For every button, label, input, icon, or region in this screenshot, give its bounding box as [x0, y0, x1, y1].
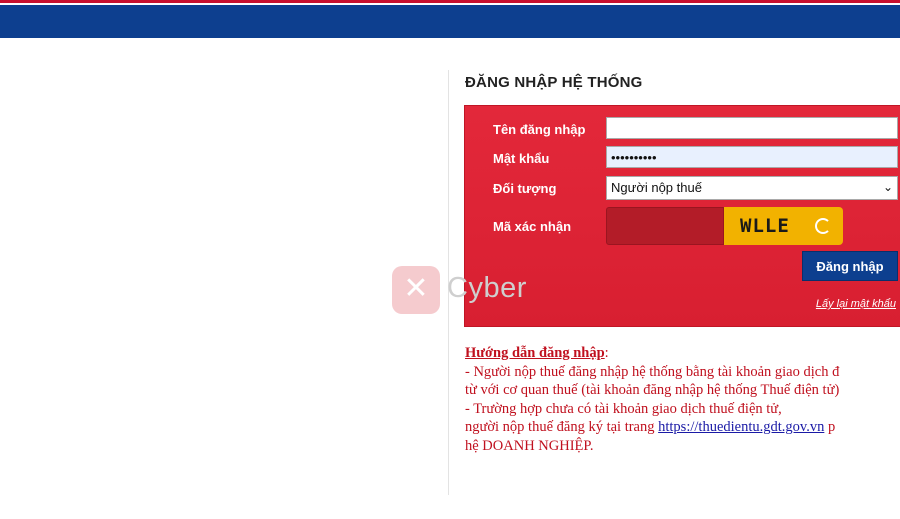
chevron-down-icon: ⌄	[882, 180, 893, 194]
guide-line-3: - Trường hợp chưa có tài khoản giao dịch…	[465, 400, 782, 417]
password-input[interactable]	[606, 146, 898, 168]
guide-line-4-suffix: p	[824, 419, 836, 435]
role-select[interactable]: Người nộp thuế ⌄	[606, 176, 898, 200]
top-header-bar	[0, 0, 900, 38]
password-label: Mật khẩu	[493, 151, 550, 166]
username-label: Tên đăng nhập	[493, 122, 586, 137]
guide-title-line: Hướng dẫn đăng nhập:	[465, 344, 900, 363]
guide-line-1: - Người nộp thuế đăng nhập hệ thống bằng…	[465, 363, 840, 380]
guide-line-5: hệ DOANH NGHIỆP.	[465, 437, 594, 454]
watermark-logo-icon: ✕	[392, 266, 440, 314]
watermark-text: Cyber	[447, 272, 527, 304]
refresh-icon[interactable]	[815, 218, 831, 234]
captcha-label: Mã xác nhận	[493, 219, 572, 234]
role-label: Đối tượng	[493, 181, 557, 196]
guide-title: Hướng dẫn đăng nhập	[465, 345, 605, 361]
guide-line-4-prefix: người nộp thuế đăng ký tại trang	[465, 419, 659, 435]
role-select-value: Người nộp thuế	[611, 180, 702, 195]
guide-line-2: từ với cơ quan thuế (tài khoản đăng nhập…	[465, 382, 840, 398]
captcha-image: WLLE	[724, 207, 843, 245]
login-form-panel: Tên đăng nhập Mật khẩu Đối tượng Người n…	[464, 105, 900, 327]
captcha-input[interactable]	[606, 207, 724, 245]
register-link[interactable]: https://thuedientu.gdt.gov.vn	[658, 419, 824, 435]
login-title: ĐĂNG NHẬP HỆ THỐNG	[465, 74, 643, 91]
guide-line-4: người nộp thuế đăng ký tại trang https:/…	[465, 418, 900, 437]
header-white-stripe	[0, 3, 900, 5]
username-input[interactable]	[606, 117, 898, 139]
captcha-text: WLLE	[740, 215, 790, 237]
login-button[interactable]: Đăng nhập	[802, 251, 898, 281]
login-guide: Hướng dẫn đăng nhập: - Người nộp thuế đă…	[465, 344, 900, 455]
forgot-password-link[interactable]: Lấy lại mật khẩu	[816, 298, 896, 310]
guide-title-suffix: :	[604, 345, 609, 361]
